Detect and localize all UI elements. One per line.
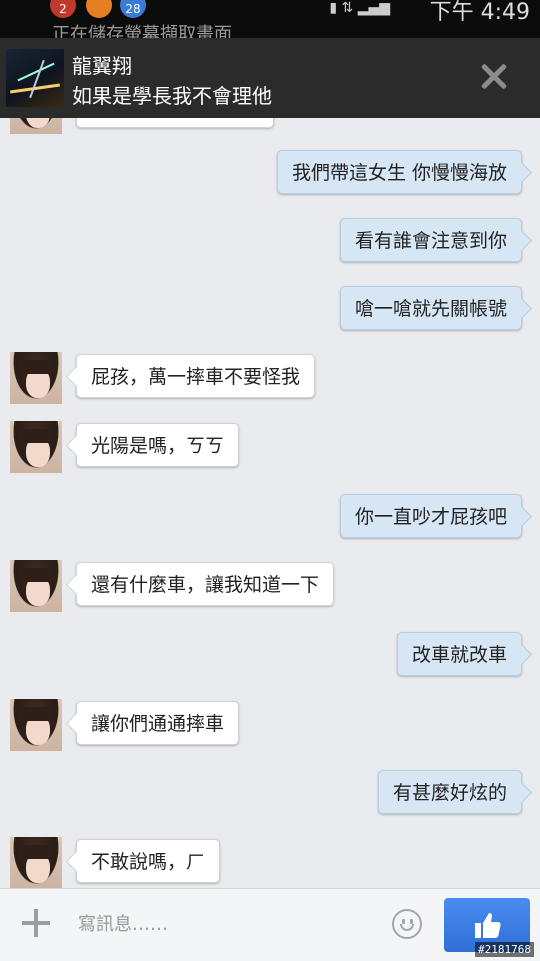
message-outgoing: 改車就改車 <box>0 632 540 678</box>
chat-header: 龍翼翔 如果是學長我不會理他 <box>0 38 540 118</box>
sender-avatar[interactable] <box>10 421 62 473</box>
message-bubble: 我們帶這女生 你慢慢海放 <box>276 150 522 194</box>
sender-avatar[interactable] <box>10 118 62 134</box>
message-incoming: 光陽是嗎，ㄎㄎ <box>0 421 540 473</box>
message-outgoing: 嗆一嗆就先關帳號 <box>0 286 540 332</box>
message-outgoing: 看有誰會注意到你 <box>0 218 540 264</box>
message-incoming: 不敢說嗎，ㄏ <box>0 837 540 888</box>
sender-avatar[interactable] <box>10 837 62 888</box>
message-bubble: 看有誰會注意到你 <box>339 218 522 262</box>
close-icon[interactable] <box>474 56 514 96</box>
notification-badge-blue: 28 <box>120 0 146 18</box>
message-bubble: 光陽是嗎，ㄎㄎ <box>76 423 240 467</box>
notification-badge-orange <box>86 0 112 18</box>
message-bubble: 你一直吵才屁孩吧 <box>339 494 522 538</box>
message-bubble: 改車就改車 <box>396 632 522 676</box>
sender-avatar[interactable] <box>10 699 62 751</box>
last-message-preview: 如果是學長我不會理他 <box>72 84 272 108</box>
message-bubble <box>76 118 274 128</box>
status-time: 下午 4:49 <box>429 0 530 25</box>
message-incoming: 還有什麼車，讓我知道一下 <box>0 560 540 612</box>
message-outgoing: 有甚麼好炫的 <box>0 770 540 816</box>
contact-avatar[interactable] <box>6 49 64 107</box>
message-bubble: 屁孩，萬一摔車不要怪我 <box>76 354 316 398</box>
message-bubble: 有甚麼好炫的 <box>377 770 522 814</box>
message-outgoing: 你一直吵才屁孩吧 <box>0 494 540 540</box>
message-bubble: 還有什麼車，讓我知道一下 <box>76 562 335 606</box>
sender-avatar[interactable] <box>10 352 62 404</box>
signal-icon: ▮ ⇅ ▂▄▆ <box>329 0 390 16</box>
smiley-icon[interactable] <box>392 909 422 939</box>
message-bubble: 嗆一嗆就先關帳號 <box>339 286 522 330</box>
sender-avatar[interactable] <box>10 560 62 612</box>
message-partial <box>0 118 540 134</box>
message-input[interactable] <box>76 903 370 945</box>
message-thread[interactable]: 我們帶這女生 你慢慢海放 看有誰會注意到你 嗆一嗆就先關帳號 屁孩，萬一摔車不要… <box>0 118 540 888</box>
message-incoming: 屁孩，萬一摔車不要怪我 <box>0 352 540 404</box>
message-bubble: 讓你們通通摔車 <box>76 701 240 745</box>
message-composer: #2181768 <box>0 888 540 961</box>
notification-badge-red: 2 <box>50 0 76 18</box>
thumbs-up-icon <box>475 913 501 938</box>
contact-name: 龍翼翔 <box>72 54 132 78</box>
message-outgoing: 我們帶這女生 你慢慢海放 <box>0 150 540 196</box>
plus-icon[interactable] <box>22 909 50 937</box>
message-bubble: 不敢說嗎，ㄏ <box>76 839 221 883</box>
status-bar: 2 28 正在儲存螢幕擷取畫面 ▮ ⇅ ▂▄▆ 下午 4:49 <box>0 0 540 38</box>
watermark: #2181768 <box>475 942 534 957</box>
message-incoming: 讓你們通通摔車 <box>0 699 540 751</box>
notification-text: 正在儲存螢幕擷取畫面 <box>52 24 232 38</box>
